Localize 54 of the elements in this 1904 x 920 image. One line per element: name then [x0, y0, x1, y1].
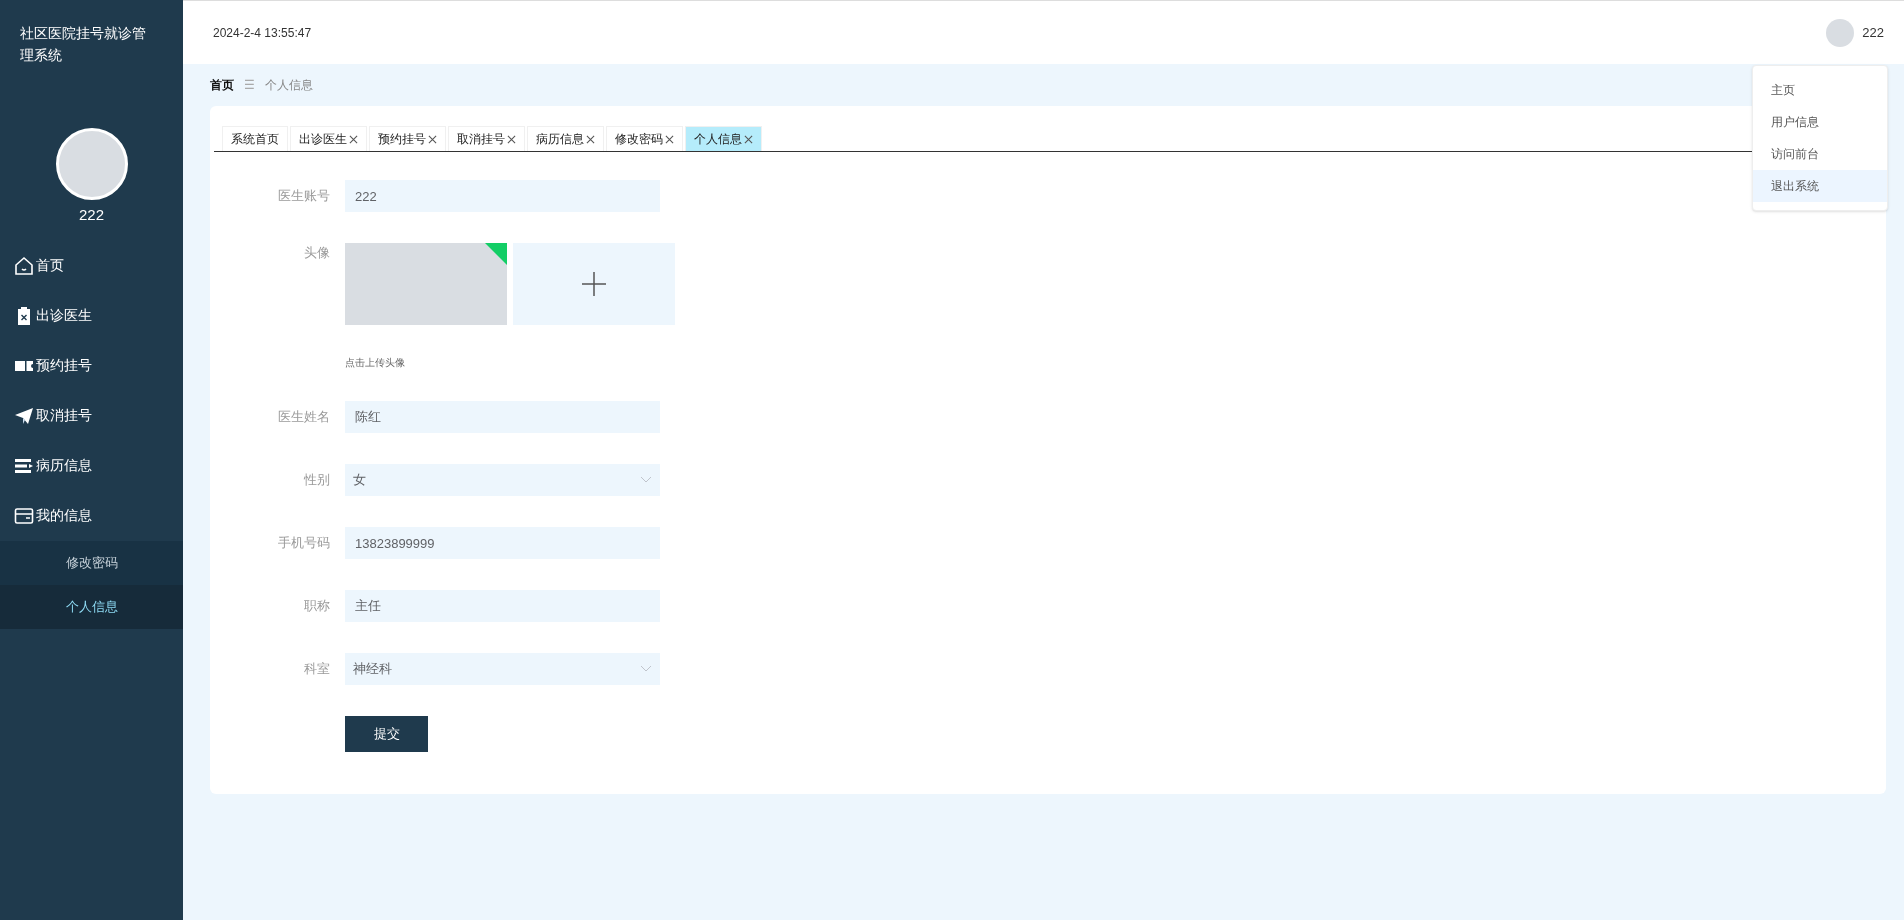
header-user-name: 222	[1862, 23, 1884, 42]
menu-item[interactable]: 预约挂号	[0, 340, 183, 391]
field-label: 医生账号	[277, 187, 331, 206]
select-value: 女	[353, 471, 366, 490]
user-menu-item[interactable]: 主页	[1753, 74, 1887, 106]
user-menu-item[interactable]: 退出系统	[1753, 170, 1887, 202]
select-field[interactable]: 女	[345, 464, 660, 496]
close-icon[interactable]	[428, 134, 437, 144]
upload-hint: 点击上传头像	[345, 356, 406, 370]
tab[interactable]: 出诊医生	[290, 126, 367, 151]
close-icon[interactable]	[665, 134, 674, 144]
success-corner-icon	[485, 243, 507, 265]
field-label: 头像	[303, 244, 331, 262]
user-menu-item[interactable]: 访问前台	[1753, 138, 1887, 170]
select-value: 神经科	[353, 660, 392, 679]
datetime: 2024-2-4 13:55:47	[213, 24, 312, 42]
tab[interactable]: 系统首页	[222, 126, 288, 151]
close-icon[interactable]	[744, 134, 753, 144]
field-label: 职称	[303, 597, 331, 616]
submit-button[interactable]: 提交	[345, 716, 428, 752]
field-label: 医生姓名	[277, 408, 331, 427]
submenu-item[interactable]: 个人信息	[0, 584, 183, 629]
breadcrumb-separator: ☰	[244, 77, 255, 94]
close-icon[interactable]	[507, 134, 516, 144]
menu-item[interactable]: 出诊医生	[0, 290, 183, 341]
text-field[interactable]: 222	[345, 180, 660, 212]
field-label: 科室	[303, 660, 331, 679]
wallet-icon	[14, 505, 34, 526]
close-icon[interactable]	[586, 134, 595, 144]
text-field[interactable]: 主任	[345, 590, 660, 622]
plus-icon	[582, 272, 606, 296]
user-name: 222	[79, 205, 104, 225]
menu-item[interactable]: 我的信息	[0, 490, 183, 541]
tab[interactable]: 取消挂号	[448, 126, 525, 151]
home-icon	[14, 255, 34, 276]
menu-item[interactable]: 病历信息	[0, 440, 183, 491]
menu-item[interactable]: 取消挂号	[0, 390, 183, 441]
paper-plane-icon	[14, 405, 34, 426]
tab[interactable]: 个人信息	[685, 126, 762, 151]
field-label: 性别	[303, 471, 331, 490]
field-label: 手机号码	[277, 534, 331, 553]
submenu-item[interactable]: 修改密码	[0, 540, 183, 585]
breadcrumb-home[interactable]: 首页	[210, 76, 234, 94]
close-icon[interactable]	[349, 134, 358, 144]
breadcrumb-current: 个人信息	[265, 77, 313, 94]
tab[interactable]: 修改密码	[606, 126, 683, 151]
app-title: 社区医院挂号就诊管理系统	[19, 24, 147, 65]
user-menu-item[interactable]: 用户信息	[1753, 106, 1887, 138]
tab[interactable]: 病历信息	[527, 126, 604, 151]
menu-item[interactable]: 首页	[0, 240, 183, 291]
tab[interactable]: 预约挂号	[369, 126, 446, 151]
text-field[interactable]: 陈红	[345, 401, 660, 433]
select-field[interactable]: 神经科	[345, 653, 660, 685]
text-field[interactable]: 13823899999	[345, 527, 660, 559]
